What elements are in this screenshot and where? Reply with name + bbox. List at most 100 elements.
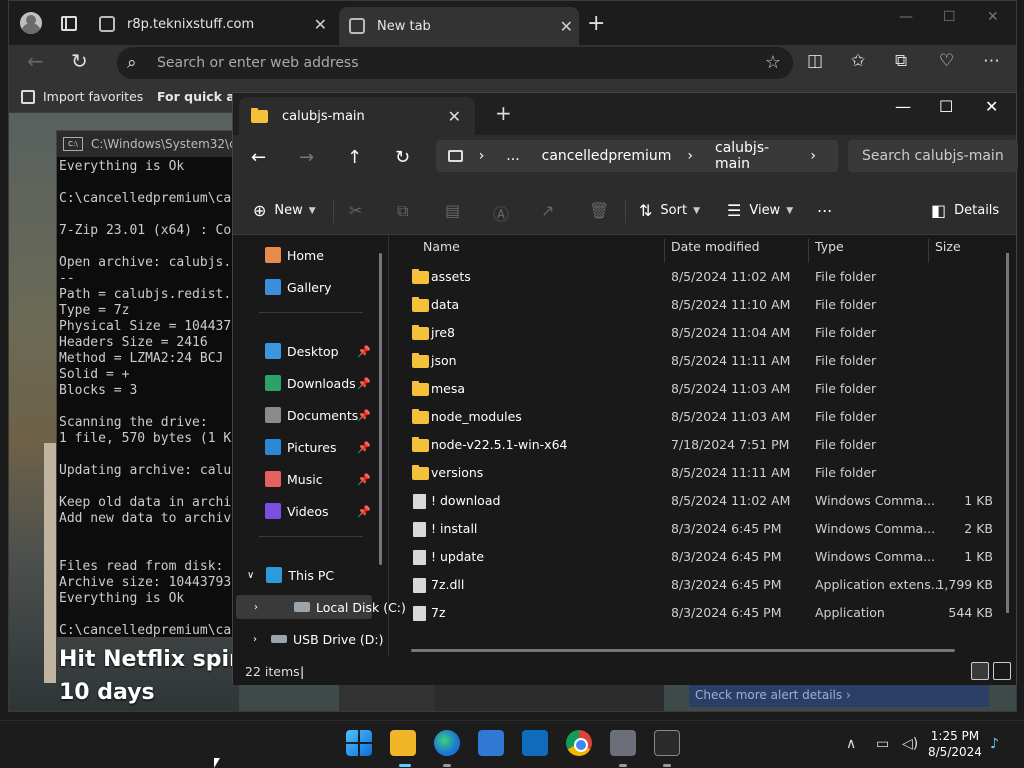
- refresh-icon[interactable]: ↻: [395, 147, 410, 168]
- chevron-right-icon[interactable]: ›: [254, 602, 258, 613]
- sidebar-item-desktop[interactable]: Desktop 📌: [265, 339, 371, 363]
- tiles-view-icon[interactable]: [993, 662, 1011, 680]
- details-view-icon[interactable]: [971, 662, 989, 680]
- browser-tab-teknixstuff[interactable]: r8p.teknixstuff.com ✕: [93, 7, 333, 41]
- file-row[interactable]: mesa 8/5/2024 11:03 AM File folder: [393, 375, 993, 403]
- pin-icon[interactable]: 📌: [357, 473, 371, 486]
- new-tab-button[interactable]: +: [587, 11, 605, 36]
- start-icon[interactable]: [346, 730, 372, 756]
- collections-icon[interactable]: ⧉: [895, 51, 907, 71]
- show-hidden-icons-chevron-icon[interactable]: ∧: [846, 736, 856, 752]
- chrome-icon[interactable]: [566, 730, 592, 756]
- browser-essentials-icon[interactable]: ♡: [939, 51, 954, 71]
- refresh-icon[interactable]: ↻: [71, 49, 88, 73]
- file-row[interactable]: ! install 8/3/2024 6:45 PM Windows Comma..…: [393, 515, 993, 543]
- pin-icon[interactable]: 📌: [357, 409, 371, 422]
- maximize-icon[interactable]: ☐: [939, 97, 953, 116]
- more-options-button[interactable]: ...: [817, 197, 832, 216]
- details-pane-button[interactable]: ◧ Details: [931, 201, 999, 220]
- settings-more-icon[interactable]: ⋯: [983, 51, 1000, 71]
- explorer-tab[interactable]: calubjs-main ✕: [239, 97, 475, 135]
- file-row[interactable]: jre8 8/5/2024 11:04 AM File folder: [393, 319, 993, 347]
- file-row[interactable]: 7z 8/3/2024 6:45 PM Application 544 KB: [393, 599, 993, 627]
- breadcrumb-item-calubjs-main[interactable]: calubjs-main: [715, 140, 794, 172]
- back-icon[interactable]: ←: [27, 49, 44, 73]
- up-icon[interactable]: ↑: [347, 147, 362, 168]
- sidebar-item-music[interactable]: Music 📌: [265, 467, 371, 491]
- browser-tab-new[interactable]: New tab ✕: [339, 7, 579, 45]
- column-header-date[interactable]: Date modified: [665, 239, 809, 263]
- breadcrumb-item-cancelledpremium[interactable]: cancelledpremium: [542, 148, 672, 164]
- pin-icon[interactable]: 📌: [357, 441, 371, 454]
- horizontal-scrollbar[interactable]: [411, 649, 955, 652]
- outlook-icon[interactable]: [522, 730, 548, 756]
- command-prompt-icon[interactable]: [654, 730, 680, 756]
- sidebar-item-downloads[interactable]: Downloads 📌: [265, 371, 371, 395]
- notifications-bell-icon[interactable]: ♪: [990, 736, 999, 752]
- paste-icon[interactable]: ▤: [445, 201, 460, 220]
- file-row[interactable]: ! download 8/5/2024 11:02 AM Windows Comma…: [393, 487, 993, 515]
- microsoft-store-icon[interactable]: [478, 730, 504, 756]
- column-header-type[interactable]: Type: [809, 239, 929, 263]
- new-tab-button[interactable]: +: [495, 101, 512, 125]
- share-icon[interactable]: ↗: [541, 201, 554, 220]
- file-row[interactable]: data 8/5/2024 11:10 AM File folder: [393, 291, 993, 319]
- sidebar-item-local-disk[interactable]: › Local Disk (C:): [236, 595, 406, 619]
- alert-details-link[interactable]: Check more alert details ›: [689, 685, 989, 707]
- close-tab-icon[interactable]: ✕: [314, 15, 327, 34]
- sidebar-item-gallery[interactable]: Gallery: [265, 275, 332, 299]
- address-bar[interactable]: ⌕ Search or enter web address ☆: [117, 47, 793, 79]
- delete-icon[interactable]: 🗑: [589, 201, 609, 220]
- new-button[interactable]: ⊕ New ▼: [253, 201, 316, 220]
- minimize-icon[interactable]: —: [899, 9, 913, 25]
- app-icon[interactable]: [610, 730, 636, 756]
- sidebar-item-home[interactable]: Home: [265, 243, 324, 267]
- close-tab-icon[interactable]: ✕: [560, 17, 573, 36]
- file-row[interactable]: 7z.dll 8/3/2024 6:45 PM Application extens…: [393, 571, 993, 599]
- file-row[interactable]: json 8/5/2024 11:11 AM File folder: [393, 347, 993, 375]
- close-tab-icon[interactable]: ✕: [448, 107, 461, 126]
- favorite-star-icon[interactable]: ☆: [765, 52, 781, 73]
- network-icon[interactable]: ▭: [876, 736, 889, 752]
- file-row[interactable]: node_modules 8/5/2024 11:03 AM File folder: [393, 403, 993, 431]
- split-screen-icon[interactable]: ◫: [807, 51, 823, 71]
- file-row[interactable]: ! update 8/3/2024 6:45 PM Windows Comma...…: [393, 543, 993, 571]
- edge-icon[interactable]: [434, 730, 460, 756]
- column-header-size[interactable]: Size: [929, 239, 1009, 263]
- view-button[interactable]: ☰ View ▼: [727, 201, 793, 220]
- file-row[interactable]: versions 8/5/2024 11:11 AM File folder: [393, 459, 993, 487]
- favorites-icon[interactable]: ✩: [851, 51, 865, 71]
- breadcrumb-overflow[interactable]: ...: [506, 148, 519, 164]
- sidebar-item-usb-drive[interactable]: › USB Drive (D:): [253, 627, 384, 651]
- pin-icon[interactable]: 📌: [357, 345, 371, 358]
- cut-icon[interactable]: ✂: [349, 201, 362, 220]
- pin-icon[interactable]: 📌: [357, 505, 371, 518]
- maximize-icon[interactable]: ☐: [943, 9, 956, 25]
- file-row[interactable]: aria2c8/3/2024 6:45 PMApplication5,517 K…: [393, 627, 993, 633]
- close-window-icon[interactable]: ✕: [985, 97, 998, 116]
- breadcrumb[interactable]: › ... cancelledpremium › calubjs-main ›: [436, 140, 838, 172]
- command-prompt-window[interactable]: C:\ C:\Windows\System32\cmd Everything i…: [56, 130, 256, 638]
- sort-button[interactable]: ⇅ Sort ▼: [639, 201, 700, 220]
- import-favorites-button[interactable]: Import favorites: [21, 89, 143, 104]
- rename-icon[interactable]: Ⓐ: [493, 201, 509, 225]
- profile-avatar[interactable]: [20, 12, 42, 34]
- file-row[interactable]: node-v22.5.1-win-x64 7/18/2024 7:51 PM Fil…: [393, 431, 993, 459]
- sidebar-item-videos[interactable]: Videos 📌: [265, 499, 371, 523]
- tab-actions-icon[interactable]: [61, 16, 77, 31]
- vertical-scrollbar[interactable]: [1006, 253, 1009, 613]
- copy-icon[interactable]: ⧉: [397, 201, 408, 221]
- column-header-name[interactable]: Name: [417, 239, 665, 263]
- chevron-down-icon[interactable]: ∨: [247, 570, 254, 581]
- file-row[interactable]: assets 8/5/2024 11:02 AM File folder: [393, 263, 993, 291]
- forward-icon[interactable]: →: [299, 147, 314, 168]
- news-headline[interactable]: Hit Netflix spin- 10 days: [59, 643, 254, 709]
- chevron-right-icon[interactable]: ›: [253, 634, 257, 645]
- minimize-icon[interactable]: —: [895, 97, 911, 116]
- clock[interactable]: 1:25 PM 8/5/2024: [928, 728, 982, 760]
- sidebar-item-documents[interactable]: Documents 📌: [265, 403, 371, 427]
- sidebar-item-pictures[interactable]: Pictures 📌: [265, 435, 371, 459]
- sidebar-scrollbar[interactable]: [379, 253, 382, 565]
- volume-icon[interactable]: ◁): [902, 736, 918, 752]
- pin-icon[interactable]: 📌: [357, 377, 371, 390]
